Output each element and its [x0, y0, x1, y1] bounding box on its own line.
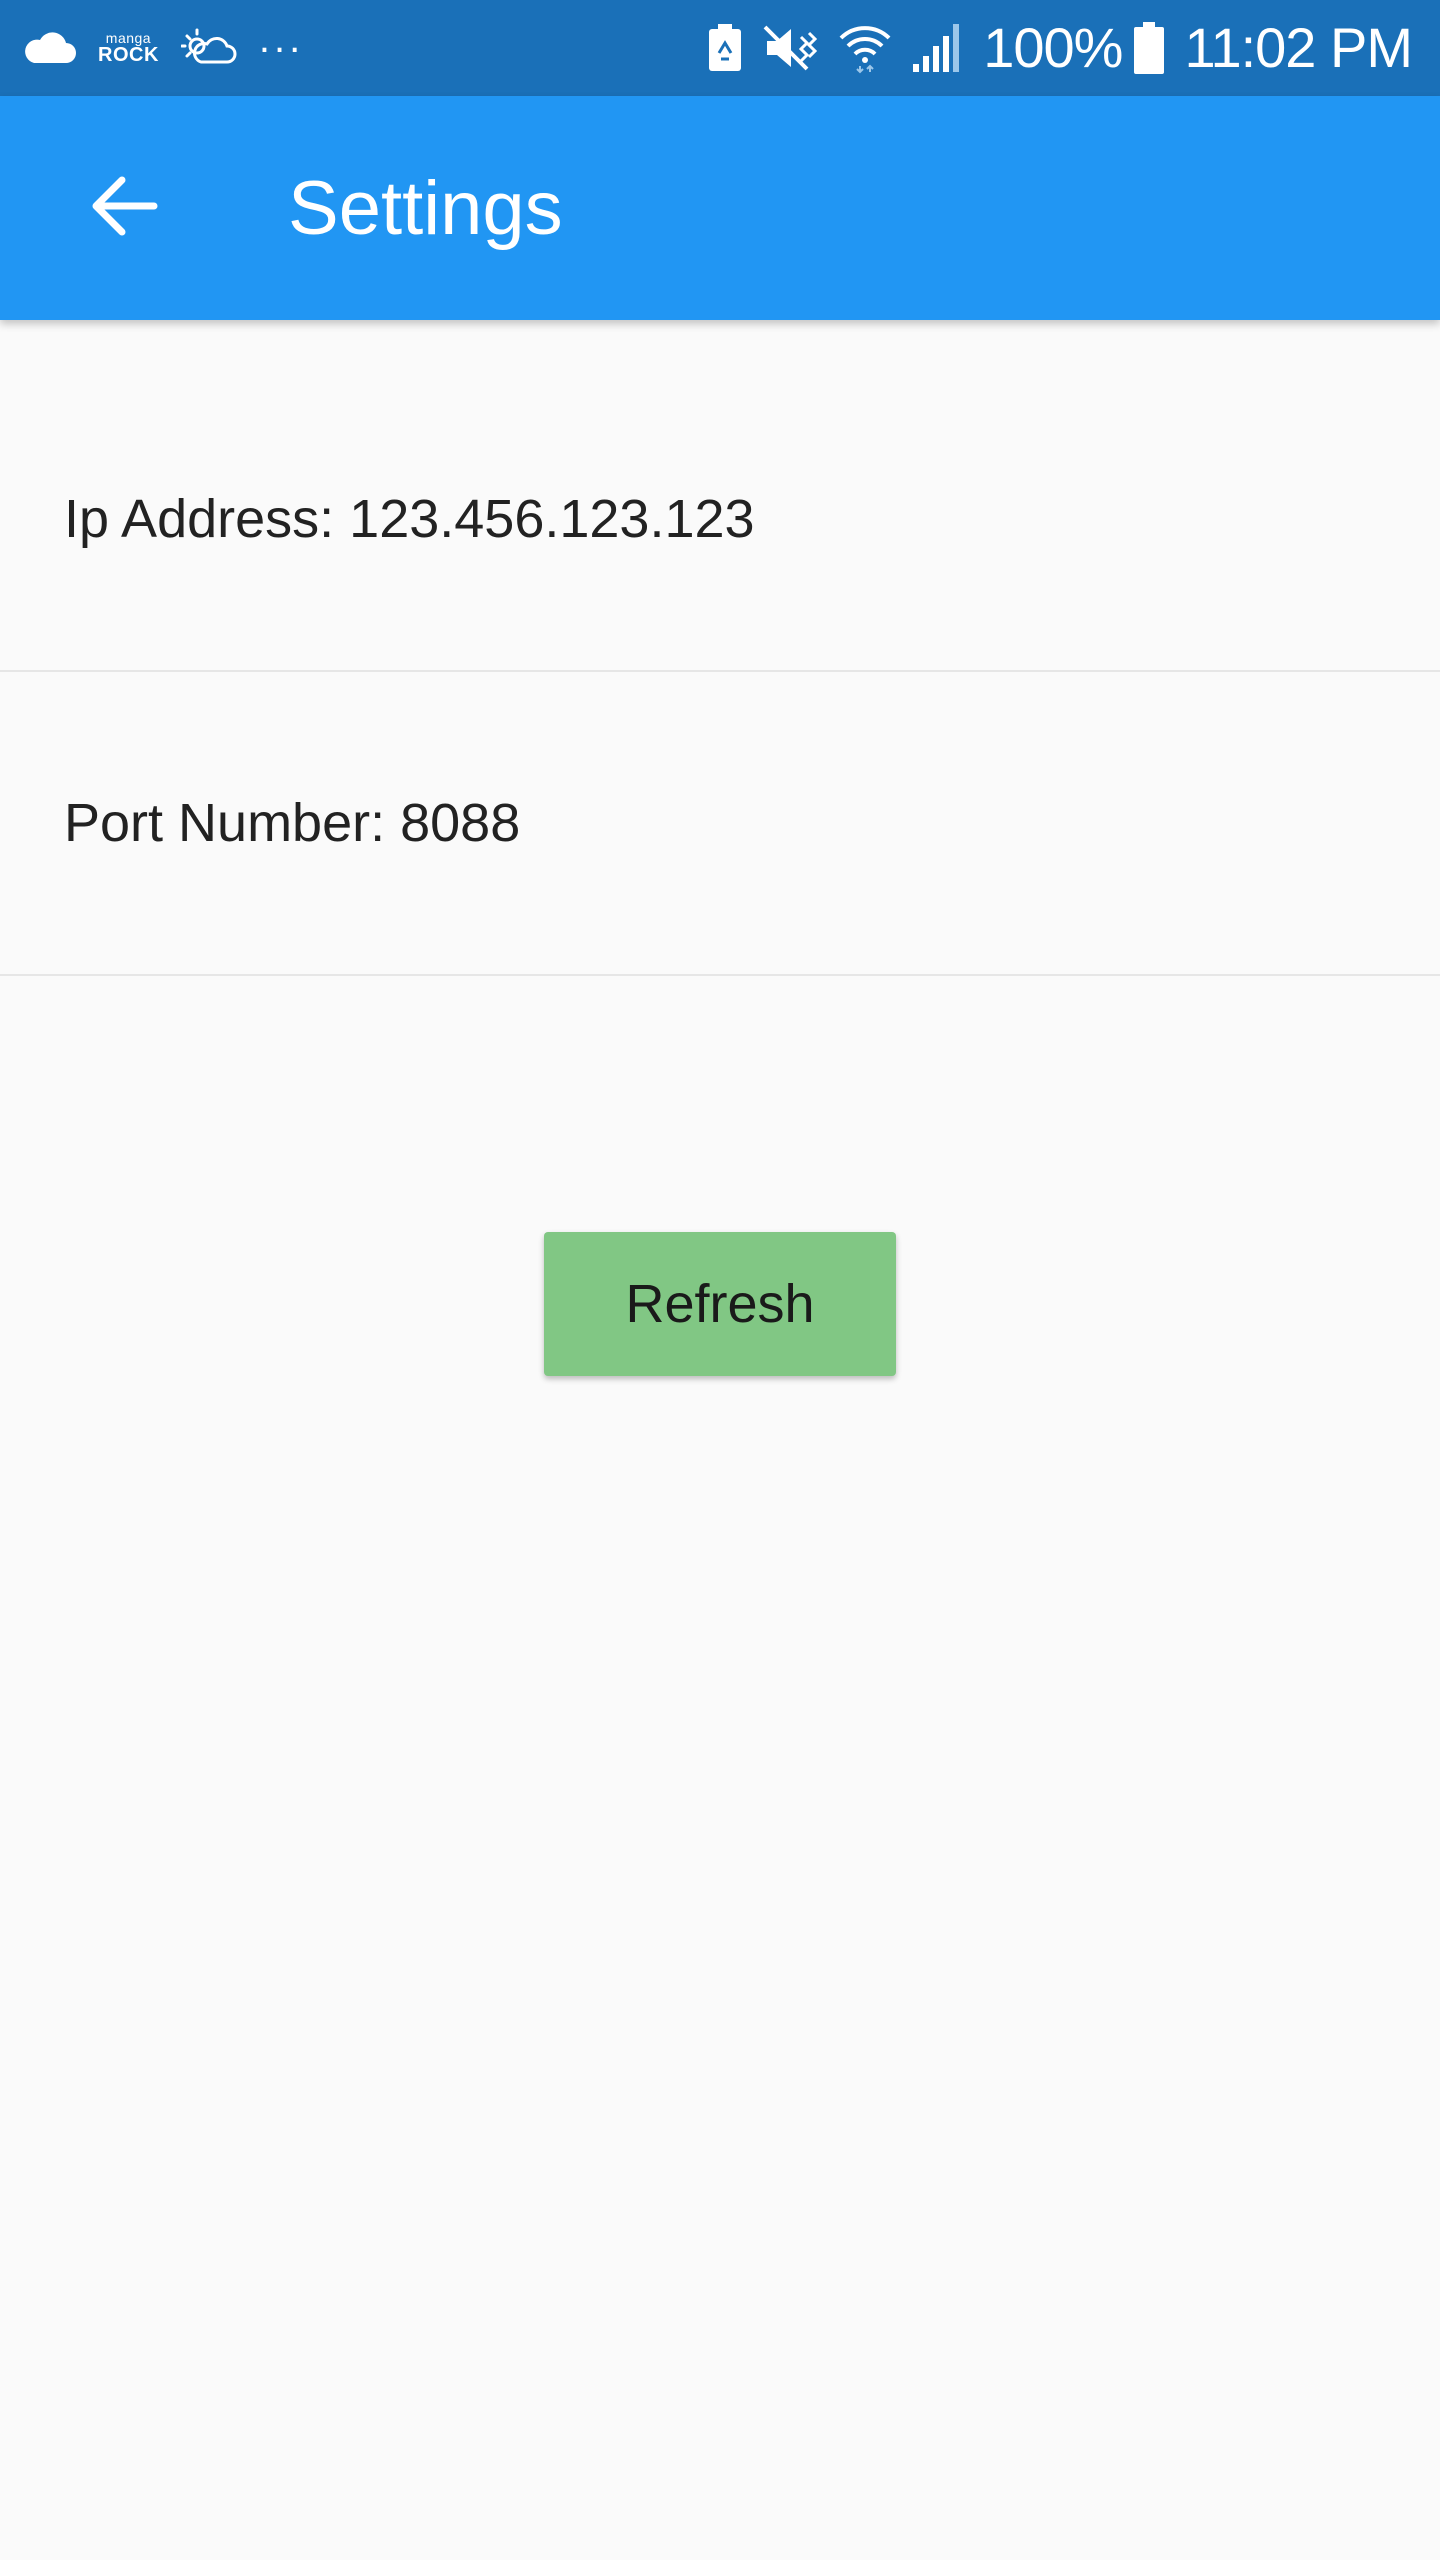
cloud-icon — [22, 31, 76, 65]
status-time: 11:02 PM — [1184, 16, 1413, 79]
ip-address-item: Ip Address: 123.456.123.123 — [0, 368, 1440, 672]
wifi-icon — [839, 22, 891, 74]
back-arrow-icon — [90, 174, 158, 243]
battery-percent: 100% — [983, 16, 1123, 79]
refresh-button[interactable]: Refresh — [544, 1232, 896, 1376]
manga-rock-bottom-text: ROCK — [98, 44, 159, 66]
status-bar-right: 100% 11:02 PM — [687, 16, 1413, 79]
port-number-text: Port Number: 8088 — [64, 793, 521, 853]
vibrate-mute-icon — [763, 23, 819, 73]
cell-signal-icon — [911, 22, 963, 74]
manga-rock-icon: manga ROCK — [98, 31, 159, 65]
ip-address-text: Ip Address: 123.456.123.123 — [64, 489, 755, 549]
app-bar: Settings — [0, 96, 1440, 320]
weather-icon — [180, 26, 237, 70]
status-bar: manga ROCK ... 100% 11:02 PM — [0, 0, 1440, 96]
battery-icon — [1134, 22, 1165, 74]
back-button[interactable] — [64, 148, 184, 268]
status-bar-left: manga ROCK ... — [22, 19, 326, 70]
page-title: Settings — [288, 165, 563, 251]
battery-saver-icon — [707, 23, 743, 73]
port-number-item: Port Number: 8088 — [0, 672, 1440, 976]
more-notifications-icon: ... — [258, 17, 305, 61]
manga-rock-top-text: manga — [105, 30, 152, 46]
